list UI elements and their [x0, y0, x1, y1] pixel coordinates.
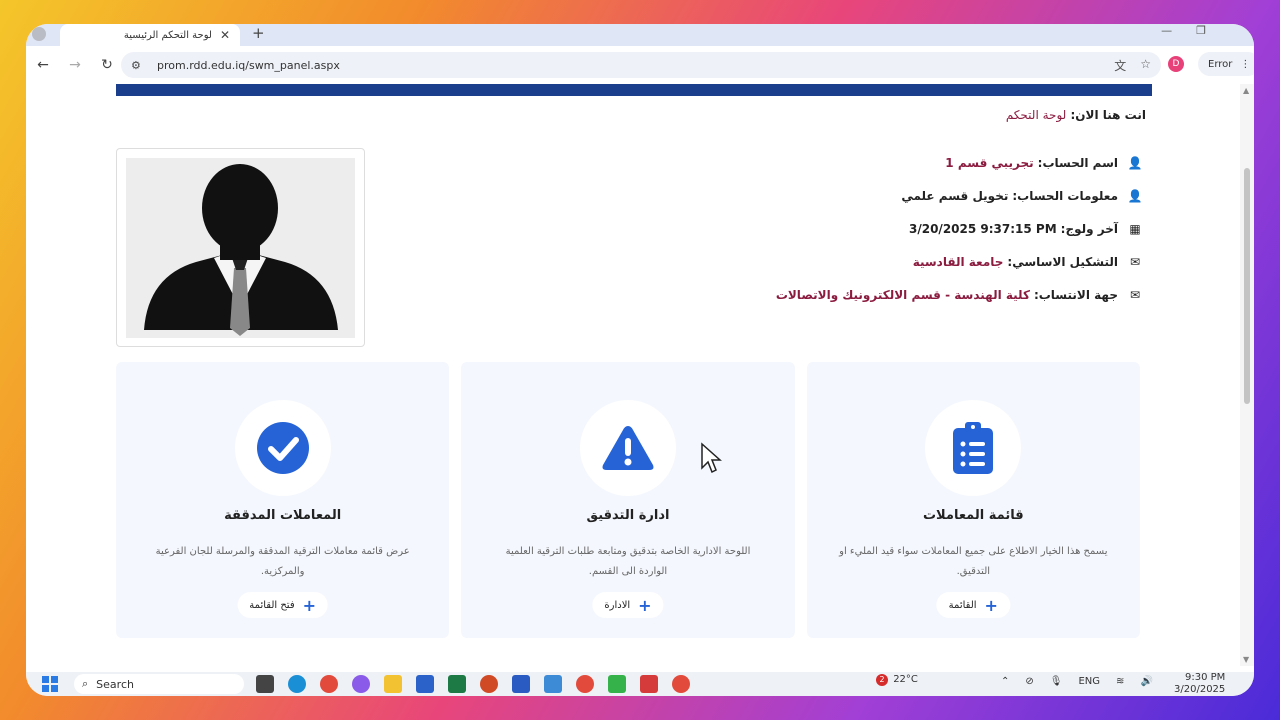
weather-widget[interactable]: 2 22°C — [876, 674, 918, 686]
menu-dots-icon[interactable]: ⋮ — [1240, 59, 1250, 70]
calendar-icon: ▦ — [1129, 221, 1141, 236]
address-bar[interactable]: ⚙ prom.rdd.edu.iq/swm_panel.aspx 文 ☆ — [121, 52, 1161, 78]
user-icon: 👤 — [1127, 155, 1143, 170]
account-info: 👤 اسم الحساب: تجريبي قسم 1 👤 معلومات الح… — [626, 146, 1146, 311]
close-tab-icon[interactable]: ✕ — [220, 28, 230, 42]
breadcrumb-link[interactable]: لوحة التحكم — [1006, 108, 1067, 122]
copilot-icon[interactable] — [352, 675, 370, 693]
camtasia-icon[interactable] — [608, 675, 626, 693]
taskbar-search[interactable]: ⌕ Search — [74, 674, 244, 694]
check-circle-icon — [256, 422, 309, 474]
info-row-account-name: 👤 اسم الحساب: تجريبي قسم 1 — [626, 146, 1146, 179]
minimize-icon[interactable]: — — [1161, 24, 1172, 37]
page-content: انت هنا الان: لوحة التحكم 👤 اسم الحساب: — [26, 84, 1240, 666]
forward-icon[interactable]: → — [60, 57, 90, 73]
person-silhouette-icon — [126, 158, 355, 338]
tab-dashboard[interactable]: لوحة التحكم الرئيسية ✕ — [32, 24, 240, 46]
new-tab-button[interactable]: + — [252, 24, 265, 42]
avatar — [126, 158, 355, 338]
breadcrumb-prefix: انت هنا الان: — [1070, 108, 1147, 122]
recorder-icon[interactable] — [640, 675, 658, 693]
task-view-icon[interactable] — [256, 675, 274, 693]
card-audited-transactions: المعاملات المدققة عرض قائمة معاملات التر… — [116, 362, 450, 638]
chevron-up-icon[interactable]: ⌃ — [1001, 676, 1009, 687]
chrome-profile-icon[interactable] — [576, 675, 594, 693]
info-row-base-formation: ✉ التشكيل الاساسي: جامعة القادسية — [626, 245, 1146, 278]
windows-start-icon[interactable] — [42, 676, 58, 692]
wifi-icon[interactable]: ≋ — [1116, 676, 1124, 687]
card-transactions-list: قائمة المعاملات يسمح هذا الخيار الاطلاع … — [806, 362, 1140, 638]
weather-temperature: 22°C — [893, 674, 918, 685]
chrome-active-icon[interactable] — [672, 675, 690, 693]
chrome-icon[interactable] — [320, 675, 338, 693]
error-label: Error — [1208, 58, 1233, 70]
language-indicator[interactable]: ENG — [1078, 676, 1100, 687]
url-text[interactable]: prom.rdd.edu.iq/swm_panel.aspx — [157, 59, 1114, 72]
network-icon[interactable]: ⊘ — [1025, 676, 1033, 687]
speaker-icon[interactable]: 🔊 — [1140, 676, 1152, 687]
file-explorer-icon[interactable] — [384, 675, 402, 693]
mouse-cursor-icon — [701, 442, 722, 474]
card-title: قائمة المعاملات — [922, 508, 1024, 523]
taskbar-clock[interactable]: 9:30 PM 3/20/2025 — [1174, 672, 1225, 696]
browser-toolbar: ← → ↻ ⚙ prom.rdd.edu.iq/swm_panel.aspx 文… — [26, 46, 1254, 84]
edge-icon[interactable] — [288, 675, 306, 693]
translate-icon[interactable]: 文 — [1114, 57, 1126, 74]
clipboard-list-icon — [953, 422, 994, 474]
scroll-thumb[interactable] — [1244, 168, 1250, 404]
bookmark-star-icon[interactable]: ☆ — [1140, 57, 1151, 74]
header-band — [116, 84, 1152, 96]
envelope-open-icon: ✉ — [1129, 254, 1141, 269]
search-icon: ⌕ — [82, 677, 89, 690]
microphone-icon[interactable]: 🎙 — [1050, 676, 1063, 687]
browser-window: لوحة التحكم الرئيسية ✕ + — ❐ ← → ↻ ⚙ pro… — [26, 24, 1254, 696]
user-icon: 👤 — [1127, 188, 1143, 203]
plus-icon: + — [302, 595, 317, 615]
card-description: عرض قائمة معاملات الترقية المدققة والمرس… — [155, 546, 410, 577]
profile-avatar[interactable]: D — [1168, 56, 1184, 72]
excel-icon[interactable] — [448, 675, 466, 693]
powerpoint-icon[interactable] — [480, 675, 498, 693]
taskbar-apps — [256, 675, 690, 693]
notepad-icon[interactable] — [544, 675, 562, 693]
page-scrollbar[interactable]: ▲ ▼ — [1240, 84, 1254, 666]
action-cards: المعاملات المدققة عرض قائمة معاملات التر… — [116, 362, 1140, 638]
plus-icon: + — [984, 595, 998, 615]
open-list-button[interactable]: فتح القائمة + — [237, 592, 329, 618]
info-row-account-info: 👤 معلومات الحساب: تخويل قسم علمي — [626, 179, 1146, 212]
error-chip[interactable]: Error ⋮ — [1198, 52, 1254, 76]
warning-triangle-icon — [602, 426, 654, 470]
back-icon[interactable]: ← — [28, 57, 58, 73]
card-description: يسمح هذا الخيار الاطلاع على جميع المعامل… — [839, 546, 1108, 577]
card-title: ادارة التدقيق — [586, 508, 670, 523]
clock-time: 9:30 PM — [1184, 672, 1226, 683]
word-icon[interactable] — [512, 675, 530, 693]
plus-icon: + — [638, 595, 652, 615]
reload-icon[interactable]: ↻ — [92, 57, 122, 73]
list-button[interactable]: القائمة + — [936, 592, 1010, 618]
card-title: المعاملات المدققة — [224, 508, 342, 523]
envelope-open-icon: ✉ — [1129, 287, 1141, 302]
card-description: اللوحة الادارية الخاصة بتدقيق ومتابعة طل… — [505, 546, 751, 577]
site-settings-icon[interactable]: ⚙ — [131, 59, 147, 72]
info-row-affiliation: ✉ جهة الانتساب: كلية الهندسة - قسم الالك… — [626, 278, 1146, 311]
store-icon[interactable] — [416, 675, 434, 693]
breadcrumb: انت هنا الان: لوحة التحكم — [1006, 108, 1146, 122]
scroll-up-icon[interactable]: ▲ — [1243, 86, 1249, 95]
restore-icon[interactable]: ❐ — [1196, 24, 1206, 37]
scroll-down-icon[interactable]: ▼ — [1243, 655, 1249, 664]
taskbar: ⌕ Search 2 22°C ⌃ ⊘ 🎙 ENG ≋ 🔊 9:30 PM 3/… — [26, 672, 1254, 696]
card-audit-management: ادارة التدقيق اللوحة الادارية الخاصة بتد… — [461, 362, 795, 638]
clock-date: 3/20/2025 — [1174, 684, 1226, 695]
system-tray: ⌃ ⊘ 🎙 ENG ≋ 🔊 — [1001, 676, 1153, 687]
management-button[interactable]: الادارة + — [592, 592, 664, 618]
tab-strip: لوحة التحكم الرئيسية ✕ + — ❐ — [26, 24, 1254, 46]
tab-title: لوحة التحكم الرئيسية — [123, 29, 212, 41]
info-row-last-login: ▦ آخر ولوج: 3/20/2025 9:37:15 PM — [626, 212, 1146, 245]
globe-icon — [32, 27, 46, 41]
window-controls: — ❐ — [1161, 24, 1206, 37]
avatar-card — [116, 148, 365, 347]
notification-badge: 2 — [876, 674, 888, 686]
